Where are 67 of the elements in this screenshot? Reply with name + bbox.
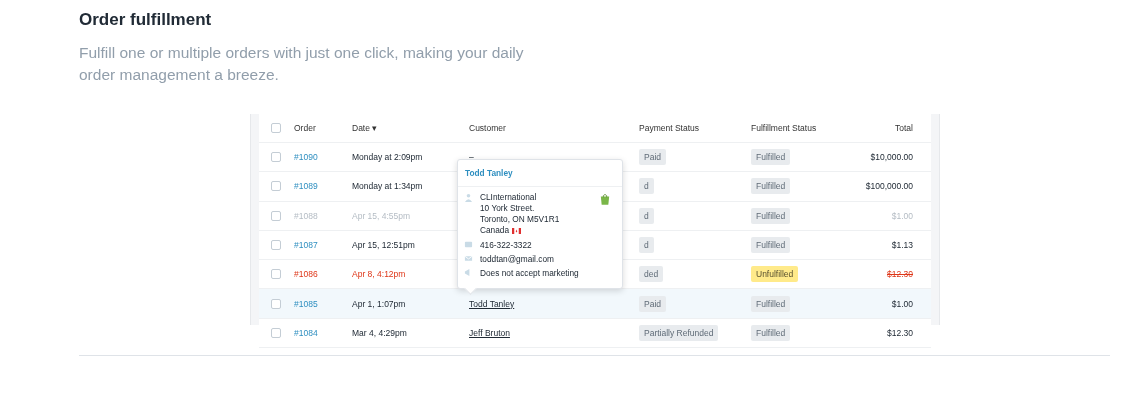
checkbox[interactable] [271,298,281,309]
checkbox[interactable] [271,240,281,251]
phone-number: 416-322-3322 [480,240,532,250]
popover-customer-name[interactable]: Todd Tanley [458,160,622,187]
order-link[interactable]: #1089 [294,181,318,192]
column-header: Payment Status [639,123,700,133]
payment-badge: Paid [639,149,666,166]
marketing-status: Does not accept marketing [480,268,579,278]
order-link[interactable]: #1086 [294,269,318,280]
address-line: Toronto, ON M5V1R1 [480,214,560,225]
payment-badge: d [639,207,654,224]
customer-name[interactable]: Jeff Bruton [469,327,510,338]
mail-icon [464,254,473,263]
checkbox[interactable] [271,123,281,133]
date-text: Apr 15, 12:51pm [352,240,415,251]
checkbox[interactable] [271,269,281,280]
column-header: Total [895,123,913,133]
payment-badge: d [639,237,654,254]
person-icon [464,193,473,202]
checkbox[interactable] [271,327,281,338]
address-line: 10 York Street. [480,203,535,214]
payment-badge: Paid [639,295,666,312]
column-header: Fulfillment Status [751,123,818,133]
total-amount: $10,000.00 [870,152,913,163]
column-header: Customer [469,123,507,133]
total-amount: $12.30 [887,327,913,338]
section-description: Fulfill one or multiple orders with just one click, making your daily order management a breeze. [79,43,525,85]
date-text: Apr 8, 4:12pm [352,269,406,280]
total-amount: $1.00 [891,298,913,309]
address-line: CLInternational [480,192,537,203]
date-text: Apr 15, 4:55pm [352,210,411,221]
date-text: Monday at 1:34pm [352,181,423,192]
fulfillment-badge: Fulfilled [751,207,791,224]
fulfillment-badge: Fulfilled [751,237,791,254]
order-link[interactable]: #1085 [294,298,318,309]
section-title: Order fulfillment [79,9,213,31]
payment-badge: d [639,178,654,195]
total-amount: $12.30 [887,269,913,280]
date-text: Mar 4, 4:29pm [352,327,407,338]
checkbox[interactable] [271,152,281,163]
checkbox[interactable] [271,210,281,221]
table-row[interactable]: #1084 Mar 4, 4:29pm Jeff Bruton Partially Refunded Fulfilled $12.30 [259,318,931,349]
date-text: Monday at 2:09pm [352,152,423,163]
column-header: Order [294,123,317,133]
table-row[interactable]: #1085 Apr 1, 1:07pm Todd Tanley Paid Fulfilled $1.00 [259,289,931,319]
total-amount: $1.00 [891,210,913,221]
total-amount: $1.13 [891,240,913,251]
order-link[interactable]: #1087 [294,240,318,251]
column-header[interactable]: Date ▾ [352,123,469,133]
address-line: Canada [480,225,510,236]
order-link[interactable]: #1084 [294,327,318,338]
fulfillment-badge: Fulfilled [751,324,791,341]
total-amount: $100,000.00 [865,181,913,192]
payment-badge: Partially Refunded [639,324,719,341]
fulfillment-badge: Fulfilled [751,178,791,195]
checkbox[interactable] [271,181,281,192]
shopping-bag-icon [600,193,610,205]
flag-icon [512,227,522,234]
date-text: Apr 1, 1:07pm [352,298,406,309]
fulfillment-badge: Fulfilled [751,295,791,312]
customer-name[interactable]: Todd Tanley [469,298,515,309]
email-address: toddtan@gmail.com [480,254,554,264]
fulfillment-badge: Fulfilled [751,149,791,166]
customer-name: – [469,152,474,163]
payment-badge: ded [639,266,664,283]
order-link[interactable]: #1090 [294,152,318,163]
fulfillment-badge: Unfulfilled [751,266,799,283]
